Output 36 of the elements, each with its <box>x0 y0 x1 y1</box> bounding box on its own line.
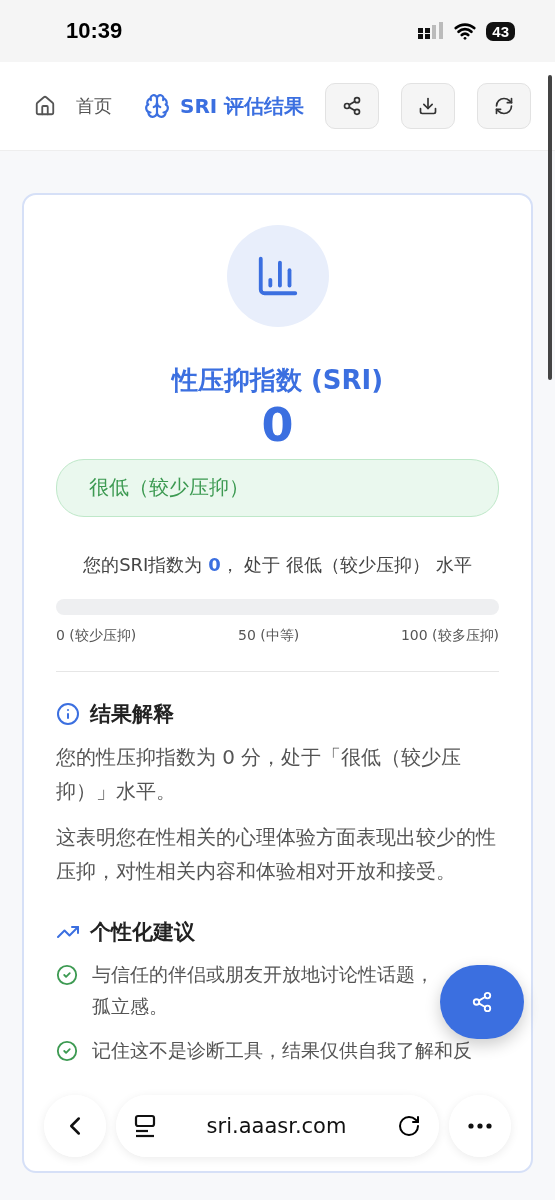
reload-icon[interactable] <box>397 1114 421 1138</box>
wifi-icon <box>454 20 477 42</box>
more-icon <box>468 1123 492 1129</box>
battery-level: 43 <box>486 21 515 41</box>
home-link[interactable]: 首页 <box>34 94 112 118</box>
check-icon <box>56 1040 78 1063</box>
scale-label: 100 (较多压抑) <box>400 626 499 645</box>
brain-icon <box>144 93 170 119</box>
section-title: 个性化建议 <box>90 918 195 946</box>
download-icon <box>418 96 438 116</box>
share-icon <box>471 991 493 1013</box>
paragraph: 您的性压抑指数为 0 分，处于「很低（较少压抑）」水平。 <box>56 743 463 805</box>
share-icon <box>342 96 362 116</box>
home-icon <box>34 95 56 117</box>
signal-icon <box>418 22 445 40</box>
share-button[interactable] <box>325 83 379 129</box>
suggestion-text: 与信任的伴侣或朋友开放地讨论性话题， 孤立感。 <box>92 961 434 1019</box>
summary-text: 您的SRI指数为 0， 处于 很低（较少压抑） 水平 <box>82 552 473 577</box>
scale-label: 50 (中等) <box>238 626 300 645</box>
level-badge: 很低（较少压抑） <box>56 458 499 517</box>
suggestion-text: 记住这不是诊断工具，结果仅供自我了解和反 <box>92 1038 472 1064</box>
download-button[interactable] <box>401 83 455 129</box>
info-icon <box>56 701 80 726</box>
address-bar[interactable]: sri.aaasr.com <box>116 1095 439 1157</box>
score: 0 <box>260 400 295 451</box>
scale-label: 0 (较少压抑) <box>56 626 137 645</box>
tabs-icon <box>134 1114 156 1138</box>
url-text: sri.aaasr.com <box>206 1114 347 1138</box>
clock: 10:39 <box>66 18 123 44</box>
result-title: 性压抑指数 (SRI) <box>170 364 385 397</box>
check-icon <box>56 963 78 986</box>
section-title: 结果解释 <box>90 700 174 728</box>
paragraph: 这表明您在性相关的心理体验方面表现出较少的性压抑，对性相关内容和体验相对开放和接受。 <box>56 823 497 885</box>
refresh-icon <box>494 96 514 116</box>
page-title[interactable]: SRI 评估结果 <box>144 92 305 120</box>
refresh-button[interactable] <box>477 83 531 129</box>
